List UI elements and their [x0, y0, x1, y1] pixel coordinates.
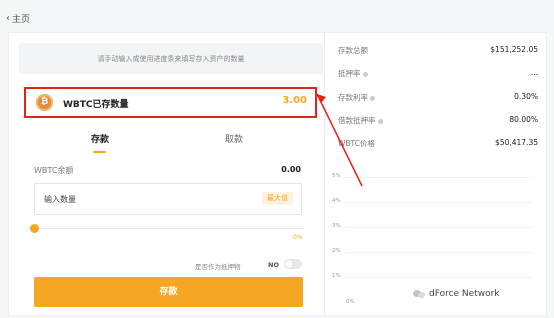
- collateral-label: 是否作为抵押物: [195, 263, 241, 271]
- max-button[interactable]: 最大值: [262, 192, 293, 205]
- amount-slider-handle[interactable]: [30, 224, 39, 233]
- active-tab-indicator: [93, 151, 106, 153]
- gridline: [345, 277, 532, 278]
- stat-value: $151,252.05: [490, 45, 538, 54]
- balance-label: WBTC余额: [34, 166, 74, 175]
- amount-field: 最大值: [34, 183, 302, 215]
- info-icon[interactable]: [362, 71, 368, 77]
- y-tick-label: 4%: [332, 198, 341, 204]
- collateral-toggle[interactable]: [284, 259, 302, 269]
- back-link[interactable]: ‹ 主页: [6, 12, 31, 26]
- y-tick-label: 0%: [346, 299, 355, 305]
- y-tick-label: 2%: [332, 248, 341, 254]
- watermark: dForce Network: [413, 289, 500, 299]
- collateral-state-label: NO: [268, 261, 279, 269]
- bitcoin-icon: ₿: [36, 94, 53, 111]
- stat-label: 存款总额: [338, 46, 368, 55]
- stat-borrow-collateral-ratio: 借款抵押率 80.00%: [338, 115, 538, 127]
- stat-label: 存款利率: [338, 92, 375, 103]
- stat-value: ...: [530, 68, 538, 77]
- stat-label: 借款抵押率: [338, 115, 383, 126]
- stat-deposit-rate: 存款利率 0.30%: [338, 92, 538, 104]
- deposited-amount-label: WBTC已存数量: [63, 100, 129, 110]
- amount-slider-track[interactable]: [34, 228, 304, 229]
- y-tick-label: 3%: [332, 223, 341, 229]
- deposited-amount-value: 3.00: [282, 95, 307, 106]
- deposited-amount-box: ₿ WBTC已存数量 3.00: [24, 87, 317, 118]
- balance-value: 0.00: [281, 165, 301, 174]
- stat-value: 0.30%: [514, 92, 538, 101]
- chat-bubble-icon: [413, 289, 425, 299]
- stat-collateral-ratio: 抵押率 ...: [338, 68, 538, 80]
- gridline: [345, 252, 532, 253]
- deposit-submit-button[interactable]: 存款: [34, 277, 303, 307]
- tab-withdraw[interactable]: 取款: [225, 132, 243, 145]
- amount-input[interactable]: [44, 192, 244, 206]
- tab-deposit[interactable]: 存款: [91, 132, 109, 145]
- chevron-left-icon: ‹: [6, 13, 10, 24]
- watermark-text: dForce Network: [429, 289, 500, 299]
- info-icon[interactable]: [377, 118, 383, 124]
- rate-chart: 5% 4% 3% 2% 1%: [332, 145, 532, 280]
- gridline: [345, 227, 532, 228]
- stat-total-deposits: 存款总额 $151,252.05: [338, 45, 538, 57]
- y-tick-label: 5%: [332, 173, 341, 179]
- panel-divider: [324, 33, 325, 317]
- stat-label: 抵押率: [338, 68, 368, 79]
- info-icon[interactable]: [370, 95, 375, 101]
- stat-value: 80.00%: [509, 115, 538, 124]
- instruction-hint: 请手动输入或使用进度条来填写存入资产的数量: [19, 43, 323, 74]
- y-tick-label: 1%: [332, 273, 341, 279]
- back-label: 主页: [12, 15, 31, 25]
- slider-percent-label: 0%: [293, 234, 303, 241]
- gridline: [345, 177, 532, 178]
- gridline: [345, 202, 532, 203]
